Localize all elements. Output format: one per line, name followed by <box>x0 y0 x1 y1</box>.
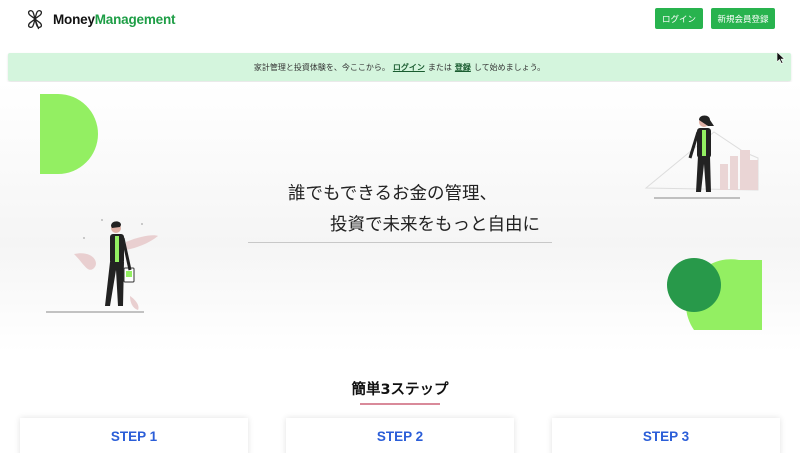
step-card-1: STEP 1 <box>20 418 248 453</box>
notice-suffix: して始めましょう。 <box>473 62 546 72</box>
step-card-3-label: STEP 3 <box>642 429 690 444</box>
logo-text: MoneyManagement <box>53 11 176 27</box>
steps-title-underline <box>360 403 440 405</box>
mouse-pointer-icon <box>777 52 785 64</box>
headline-line-2: 投資で未来をもっと自由に <box>330 215 540 235</box>
headline-divider <box>248 242 552 243</box>
person-with-phone-illustration <box>46 219 158 313</box>
welcome-notice: 家計管理と投資体験を、今ここから。 ログイン または 登録 して始めましょう。 <box>8 53 791 81</box>
login-button[interactable]: ログイン <box>655 8 703 29</box>
person-city-illustration <box>644 115 759 199</box>
steps-title: 簡単3ステップ <box>351 382 449 398</box>
register-button[interactable]: 新規会員登録 <box>711 8 775 29</box>
step-card-3: STEP 3 <box>552 418 780 453</box>
notice-middle: または <box>427 62 452 72</box>
step-card-2: STEP 2 <box>286 418 514 453</box>
clover-icon <box>27 10 43 30</box>
green-circles-shape <box>667 258 762 330</box>
site-header: MoneyManagement ログイン 新規会員登録 <box>0 0 800 40</box>
green-half-circle-shape <box>40 94 98 174</box>
notice-login-link[interactable]: ログイン <box>393 62 425 73</box>
step-card-2-label: STEP 2 <box>376 429 424 444</box>
notice-prefix: 家計管理と投資体験を、今ここから。 <box>253 62 390 72</box>
site-logo[interactable]: MoneyManagement <box>24 8 175 30</box>
notice-register-link[interactable]: 登録 <box>455 62 471 73</box>
headline-line-1: 誰でもできるお金の管理、 <box>288 184 497 204</box>
step-card-1-label: STEP 1 <box>110 429 158 444</box>
